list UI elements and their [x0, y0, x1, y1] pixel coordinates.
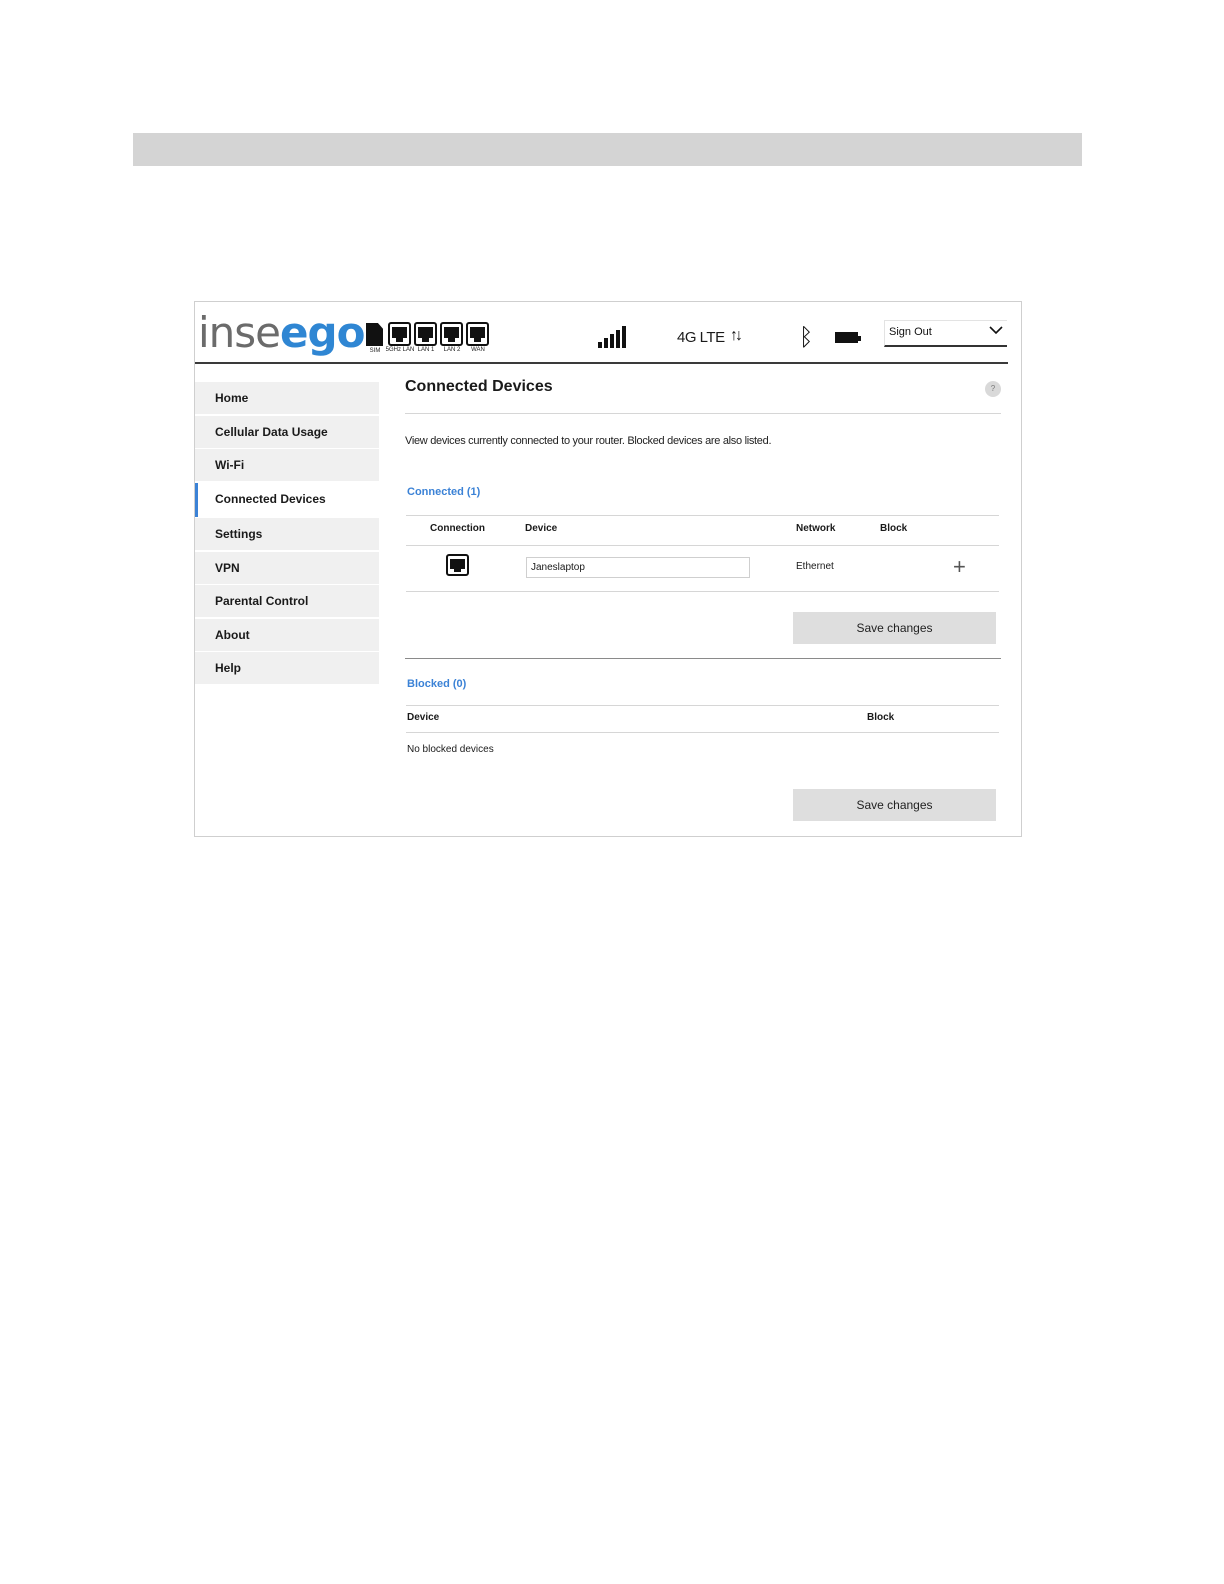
sidebar-item-cellular-data-usage[interactable]: Cellular Data Usage	[195, 415, 379, 448]
port-lan-2: LAN 2	[440, 322, 464, 360]
blocked-col-device: Device	[407, 712, 440, 723]
sidebar-item-about[interactable]: About	[195, 618, 379, 651]
blocked-table-top-rule	[406, 705, 999, 706]
router-admin-window: inseego SIM 5GHz LAN LAN 1 LAN 2 WAN 4G …	[194, 301, 1022, 837]
bluetooth-icon: ᛒ	[799, 323, 814, 351]
header-bar: inseego SIM 5GHz LAN LAN 1 LAN 2 WAN 4G …	[195, 302, 1021, 364]
title-divider	[405, 413, 1001, 414]
network-type: 4G LTE	[677, 329, 725, 346]
chevron-down-icon	[989, 326, 1003, 335]
col-network: Network	[796, 523, 836, 534]
device-name-input[interactable]	[526, 557, 750, 578]
sidebar-item-settings[interactable]: Settings	[195, 518, 379, 550]
sidebar-item-vpn[interactable]: VPN	[195, 551, 379, 584]
col-connection: Connection	[430, 523, 485, 534]
header-divider	[195, 362, 1008, 364]
port-wan: WAN	[466, 322, 490, 360]
port-5ghz-lan: 5GHz LAN	[386, 322, 414, 360]
no-blocked-devices-text: No blocked devices	[407, 744, 494, 755]
col-block: Block	[880, 523, 908, 534]
network-cell: Ethernet	[796, 561, 834, 572]
sidebar-item-help[interactable]: Help	[195, 652, 379, 684]
battery-icon	[835, 332, 861, 343]
ethernet-port-icon	[446, 554, 469, 576]
page-description: View devices currently connected to your…	[405, 435, 772, 447]
port-lan-1: LAN 1	[414, 322, 438, 360]
help-icon[interactable]: ?	[985, 381, 1001, 397]
col-device: Device	[525, 523, 558, 534]
sim-label: SIM	[369, 348, 381, 354]
blocked-section-title: Blocked (0)	[407, 678, 467, 690]
connected-header-rule	[406, 545, 999, 546]
connected-table-top-rule	[406, 515, 999, 516]
data-arrows-icon: ↑↓	[730, 327, 743, 344]
save-blocked-button[interactable]: Save changes	[793, 789, 996, 821]
sim-card-icon	[366, 323, 383, 346]
block-add-button[interactable]: +	[953, 556, 966, 578]
sidebar-item-connected-devices[interactable]: Connected Devices	[195, 482, 379, 517]
save-connected-button[interactable]: Save changes	[793, 612, 996, 644]
blocked-col-block: Block	[867, 712, 895, 723]
section-divider	[405, 658, 1001, 659]
ethernet-port-icon	[440, 322, 463, 346]
sidebar-item-parental-control[interactable]: Parental Control	[195, 585, 379, 617]
page-title: Connected Devices	[405, 378, 553, 395]
connected-section-title: Connected (1)	[407, 486, 481, 498]
top-band	[133, 133, 1082, 166]
inseego-logo: inseego	[198, 308, 365, 357]
sidebar-item-home[interactable]: Home	[195, 382, 379, 414]
ethernet-port-icon	[388, 322, 411, 346]
signout-label: Sign Out	[889, 326, 932, 338]
ethernet-port-icon	[466, 322, 489, 346]
blocked-header-rule	[406, 732, 999, 733]
sidebar-nav: Home Cellular Data Usage Wi-Fi Connected…	[195, 382, 379, 686]
sidebar-item-wifi[interactable]: Wi-Fi	[195, 449, 379, 481]
signout-dropdown[interactable]: Sign Out	[884, 320, 1007, 347]
ethernet-port-icon	[414, 322, 437, 346]
port-label: WAN	[471, 347, 485, 353]
signal-bars-icon	[598, 324, 626, 348]
connected-row-rule	[406, 591, 999, 592]
